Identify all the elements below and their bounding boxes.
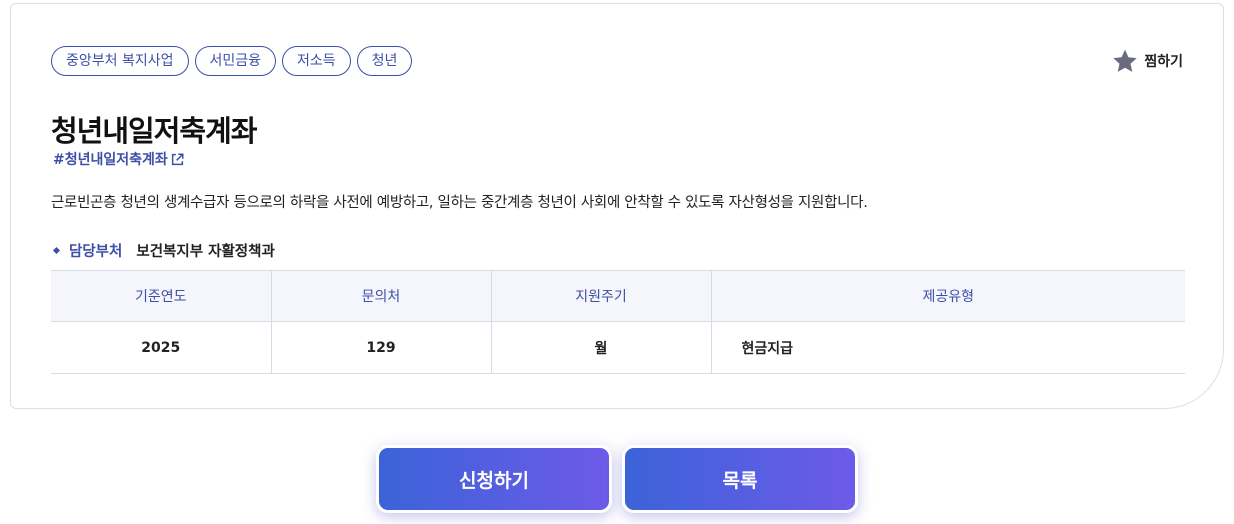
header-contact: 문의처 [271, 270, 492, 322]
external-link-icon [171, 152, 184, 165]
header-support-cycle: 지원주기 [491, 270, 712, 322]
tag-youth[interactable]: 청년 [356, 46, 413, 76]
department-label: 담당부처 [69, 244, 123, 260]
list-button[interactable]: 목록 [622, 445, 858, 513]
header-provision-type: 제공유형 [711, 270, 1185, 322]
table-row: 2025 129 월 현금지급 [51, 321, 1185, 374]
table-header-row: 기준연도 문의처 지원주기 제공유형 [51, 270, 1185, 322]
star-icon [1113, 49, 1138, 72]
action-buttons: 신청하기 목록 [376, 445, 858, 513]
apply-button[interactable]: 신청하기 [376, 445, 612, 513]
department-info: 담당부처 보건복지부 자활정책과 [51, 240, 275, 261]
page-title: 청년내일저축계좌 [51, 114, 257, 148]
tag-finance[interactable]: 서민금융 [194, 46, 277, 76]
wish-button[interactable]: 찜하기 [1112, 48, 1183, 74]
info-table: 기준연도 문의처 지원주기 제공유형 2025 129 월 현금지급 [51, 270, 1185, 374]
cell-contact: 129 [271, 321, 492, 374]
tag-central-welfare[interactable]: 중앙부처 복지사업 [51, 46, 189, 76]
program-description: 근로빈곤층 청년의 생계수급자 등으로의 하락을 사전에 예방하고, 일하는 중… [51, 195, 868, 211]
cell-provision-type: 현금지급 [741, 340, 794, 357]
diamond-bullet-icon [52, 246, 61, 255]
wish-label: 찜하기 [1144, 54, 1183, 70]
hashtag-link[interactable]: #청년내일저축계좌 [53, 149, 184, 169]
header-base-year: 기준연도 [51, 270, 272, 322]
category-tags: 중앙부처 복지사업 서민금융 저소득 청년 [51, 46, 413, 76]
cell-base-year: 2025 [51, 321, 272, 374]
program-card: 중앙부처 복지사업 서민금융 저소득 청년 찜하기 청년내일저축계좌 #청년내일… [10, 3, 1224, 409]
department-value: 보건복지부 자활정책과 [136, 244, 275, 260]
cell-support-cycle: 월 [491, 321, 712, 374]
tag-low-income[interactable]: 저소득 [282, 46, 351, 76]
hashtag-text: #청년내일저축계좌 [53, 152, 168, 168]
